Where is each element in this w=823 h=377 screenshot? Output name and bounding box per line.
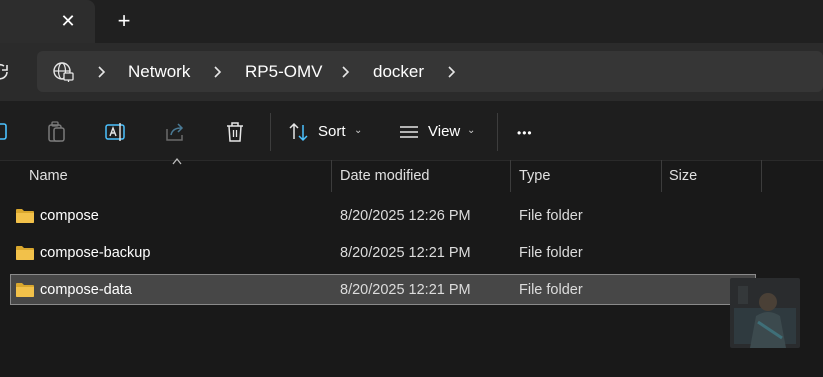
breadcrumb-item-docker[interactable]: docker — [373, 60, 424, 84]
file-type: File folder — [519, 245, 583, 261]
column-header-type[interactable]: Type — [519, 160, 550, 192]
folder-icon — [16, 283, 34, 297]
column-divider[interactable] — [661, 160, 662, 192]
file-name[interactable]: compose-data — [40, 275, 132, 306]
sort-button[interactable]: Sort — [318, 121, 346, 143]
column-header-size[interactable]: Size — [669, 160, 697, 192]
breadcrumb-item-rp5-omv[interactable]: RP5-OMV — [245, 60, 322, 84]
copy-icon[interactable] — [0, 119, 12, 145]
preview-thumbnail-image — [730, 278, 800, 348]
view-button[interactable]: View — [428, 121, 460, 143]
share-icon[interactable] — [162, 119, 188, 145]
close-tab-icon[interactable]: ✕ — [58, 9, 78, 33]
view-icon[interactable] — [396, 119, 422, 145]
file-name[interactable]: compose-backup — [40, 238, 150, 269]
active-tab[interactable] — [0, 0, 95, 43]
toolbar-separator — [497, 113, 498, 151]
file-type: File folder — [519, 208, 583, 224]
file-name[interactable]: compose — [40, 201, 99, 232]
file-type: File folder — [519, 282, 583, 298]
file-date-modified: 8/20/2025 12:21 PM — [340, 245, 471, 261]
breadcrumb-chevron-icon[interactable] — [340, 62, 352, 82]
refresh-icon[interactable] — [0, 60, 12, 84]
new-tab-icon[interactable]: + — [114, 9, 134, 33]
toolbar-separator — [270, 113, 271, 151]
breadcrumb-item-network[interactable]: Network — [128, 60, 190, 84]
column-divider[interactable] — [510, 160, 511, 192]
breadcrumb-chevron-icon[interactable] — [212, 62, 224, 82]
breadcrumb-chevron-icon[interactable] — [96, 62, 108, 82]
column-header-name[interactable]: Name — [29, 160, 68, 192]
file-date-modified: 8/20/2025 12:21 PM — [340, 282, 471, 298]
sort-icon[interactable] — [286, 119, 312, 145]
file-date-modified: 8/20/2025 12:26 PM — [340, 208, 471, 224]
column-divider[interactable] — [331, 160, 332, 192]
rename-icon[interactable] — [103, 119, 129, 145]
view-dropdown-chevron-icon[interactable]: ⌄ — [467, 124, 477, 138]
sort-dropdown-chevron-icon[interactable]: ⌄ — [354, 124, 364, 138]
sort-ascending-caret-icon — [172, 157, 182, 165]
more-options-icon[interactable]: ••• — [517, 122, 533, 144]
column-divider[interactable] — [761, 160, 762, 192]
folder-icon — [16, 209, 34, 223]
network-globe-icon — [53, 62, 74, 82]
paste-icon[interactable] — [44, 119, 70, 145]
folder-icon — [16, 246, 34, 260]
column-header-date-modified[interactable]: Date modified — [340, 160, 429, 192]
delete-icon[interactable] — [222, 119, 248, 145]
breadcrumb-chevron-icon[interactable] — [446, 62, 458, 82]
